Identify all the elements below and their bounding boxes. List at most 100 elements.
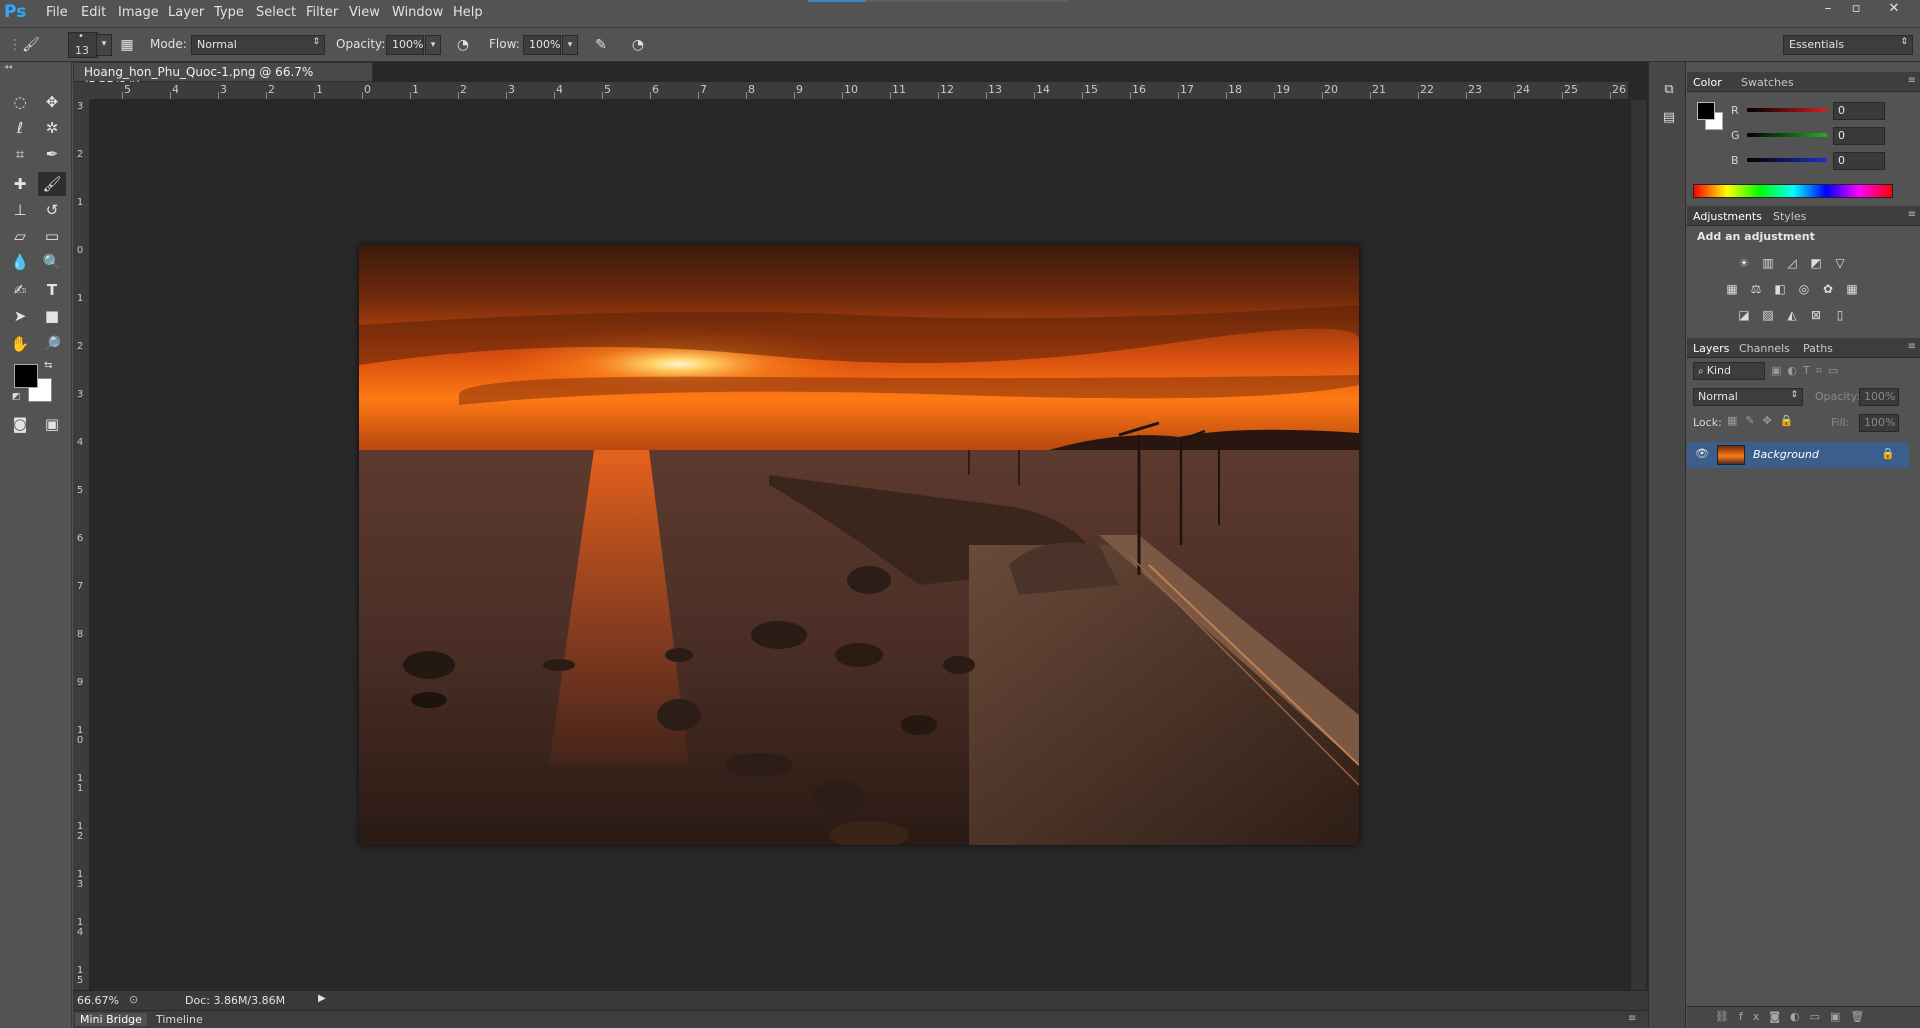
tab-timeline[interactable]: Timeline	[151, 1013, 208, 1026]
quick-mask-icon[interactable]: ◙	[6, 412, 34, 436]
minimize-button[interactable]: –	[1814, 0, 1842, 18]
vertical-ruler[interactable]: 3 2 1 0 1 2 3 4 5 6 7 8 9 10 11 12 13 14 15	[73, 100, 90, 990]
brush-preset-icon[interactable]: 🖌	[20, 34, 42, 56]
status-info-icon[interactable]: ⊙	[129, 993, 138, 1006]
healing-brush-tool-icon[interactable]: ✚	[6, 172, 34, 196]
tab-mini-bridge[interactable]: Mini Bridge	[75, 1013, 147, 1026]
lock-icons[interactable]: ▦✎✥🔒	[1727, 414, 1802, 427]
marquee-tool-icon[interactable]: ◌	[6, 90, 34, 114]
flow-input[interactable]: 100%	[523, 35, 561, 55]
brightness-icon[interactable]: ☀	[1735, 254, 1753, 272]
opacity-dropdown[interactable]: ▾	[425, 35, 441, 55]
brush-size-picker[interactable]: • 13	[68, 31, 98, 58]
swap-colors-icon[interactable]: ⇆	[44, 360, 52, 371]
layer-opacity-input[interactable]: 100%	[1859, 388, 1899, 406]
rectangle-tool-icon[interactable]: ■	[38, 304, 66, 328]
threshold-icon[interactable]: ◭	[1783, 306, 1801, 324]
type-tool-icon[interactable]: T	[38, 278, 66, 302]
menu-view[interactable]: View	[349, 5, 380, 20]
invert-icon[interactable]: ◪	[1735, 306, 1753, 324]
zoom-level[interactable]: 66.67%	[77, 994, 119, 1007]
tab-styles[interactable]: Styles	[1773, 210, 1806, 223]
history-brush-tool-icon[interactable]: ↺	[38, 198, 66, 222]
gradient-map-icon[interactable]: ▯	[1831, 306, 1849, 324]
pressure-size-icon[interactable]: ◔	[627, 34, 649, 56]
channel-mixer-icon[interactable]: ✿	[1819, 280, 1837, 298]
color-lookup-icon[interactable]: ▦	[1843, 280, 1861, 298]
layer-row[interactable]: 👁 Background 🔒	[1687, 442, 1909, 468]
color-panel-menu-icon[interactable]: ≡	[1908, 75, 1916, 86]
posterize-icon[interactable]: ▨	[1759, 306, 1777, 324]
tab-channels[interactable]: Channels	[1739, 342, 1790, 355]
magic-wand-tool-icon[interactable]: ✲	[38, 116, 66, 140]
menu-image[interactable]: Image	[118, 5, 159, 20]
menu-type[interactable]: Type	[214, 5, 244, 20]
color-fg-swatch-front[interactable]	[1697, 102, 1715, 120]
channel-r-input[interactable]: 0	[1833, 102, 1885, 120]
history-panel-icon[interactable]: ⧉	[1659, 82, 1679, 102]
move-tool-icon[interactable]: ✥	[38, 90, 66, 114]
zoom-tool-icon[interactable]: 🔎	[38, 332, 66, 356]
eyedropper-tool-icon[interactable]: ✒	[38, 142, 66, 166]
default-colors-icon[interactable]: ◩	[12, 392, 21, 402]
channel-g-slider[interactable]	[1747, 133, 1827, 137]
brush-tool-icon[interactable]: 🖌	[38, 172, 66, 196]
status-menu-arrow-icon[interactable]: ▶	[318, 993, 326, 1004]
hue-saturation-icon[interactable]: ▦	[1723, 280, 1741, 298]
airbrush-icon[interactable]: ✎	[590, 34, 612, 56]
layer-action-icons[interactable]: ⛓fx◙◐▭▣🗑	[1715, 1010, 1874, 1023]
close-button[interactable]: ✕	[1880, 0, 1908, 18]
foreground-color-front[interactable]	[14, 364, 38, 388]
panel-menu-icon[interactable]: ≡	[1628, 1013, 1636, 1024]
collapse-icon[interactable]: ◂◂	[0, 62, 72, 72]
brush-panel-icon[interactable]: ▦	[116, 34, 138, 56]
eraser-tool-icon[interactable]: ▱	[6, 224, 34, 248]
properties-panel-icon[interactable]: ▤	[1659, 110, 1679, 130]
tab-layers[interactable]: Layers	[1693, 342, 1729, 355]
pen-tool-icon[interactable]: ✍	[6, 278, 34, 302]
blend-mode-select[interactable]: Normal ⇕	[1693, 388, 1803, 406]
visibility-eye-icon[interactable]: 👁	[1695, 447, 1709, 460]
layer-filter-icons[interactable]: ▣◐T⌗▭	[1771, 364, 1844, 378]
channel-g-input[interactable]: 0	[1833, 127, 1885, 145]
restore-button[interactable]: ▫	[1842, 0, 1870, 18]
menu-file[interactable]: File	[46, 5, 68, 20]
tab-swatches[interactable]: Swatches	[1741, 76, 1794, 89]
layer-name[interactable]: Background	[1753, 448, 1819, 461]
screen-mode-icon[interactable]: ▣	[38, 412, 66, 436]
menu-filter[interactable]: Filter	[306, 5, 338, 20]
tab-paths[interactable]: Paths	[1803, 342, 1833, 355]
exposure-icon[interactable]: ◩	[1807, 254, 1825, 272]
menu-edit[interactable]: Edit	[81, 5, 106, 20]
layers-panel-menu-icon[interactable]: ≡	[1908, 341, 1916, 352]
blur-tool-icon[interactable]: 💧	[6, 250, 34, 274]
mode-select[interactable]: Normal ⇕	[191, 35, 325, 55]
menu-help[interactable]: Help	[453, 5, 483, 20]
dodge-tool-icon[interactable]: 🔍	[38, 250, 66, 274]
pressure-opacity-icon[interactable]: ◔	[452, 34, 474, 56]
photo-filter-icon[interactable]: ◎	[1795, 280, 1813, 298]
menu-window[interactable]: Window	[392, 5, 443, 20]
ruler-origin[interactable]	[73, 82, 90, 100]
black-white-icon[interactable]: ◧	[1771, 280, 1789, 298]
channel-r-slider[interactable]	[1747, 108, 1827, 112]
canvas-image-sunset[interactable]	[359, 245, 1359, 845]
selective-color-icon[interactable]: ⊠	[1807, 306, 1825, 324]
horizontal-ruler[interactable]: 5 4 3 2 1 0 1 2 3 4 5 6 7 8 9 10 11 12 13 14 15 16 17 18 19 20 21 2…	[90, 82, 1628, 100]
color-balance-icon[interactable]: ⚖	[1747, 280, 1765, 298]
hand-tool-icon[interactable]: ✋	[6, 332, 34, 356]
menu-layer[interactable]: Layer	[168, 5, 204, 20]
crop-tool-icon[interactable]: ⌗	[6, 142, 34, 166]
path-selection-tool-icon[interactable]: ➤	[6, 304, 34, 328]
fill-input[interactable]: 100%	[1859, 414, 1899, 432]
tab-color[interactable]: Color	[1693, 76, 1722, 89]
vibrance-icon[interactable]: ▽	[1831, 254, 1849, 272]
gradient-tool-icon[interactable]: ▭	[38, 224, 66, 248]
channel-b-slider[interactable]	[1747, 158, 1827, 162]
menu-select[interactable]: Select	[256, 5, 296, 20]
document-tab[interactable]: Hoang_hon_Phu_Quoc-1.png @ 66.7% (RGB/8#…	[73, 62, 373, 93]
opacity-input[interactable]: 100%	[386, 35, 424, 55]
color-spectrum-bar[interactable]	[1693, 184, 1893, 198]
clone-stamp-tool-icon[interactable]: ⊥	[6, 198, 34, 222]
workspace-select[interactable]: Essentials ⇕	[1783, 35, 1913, 55]
